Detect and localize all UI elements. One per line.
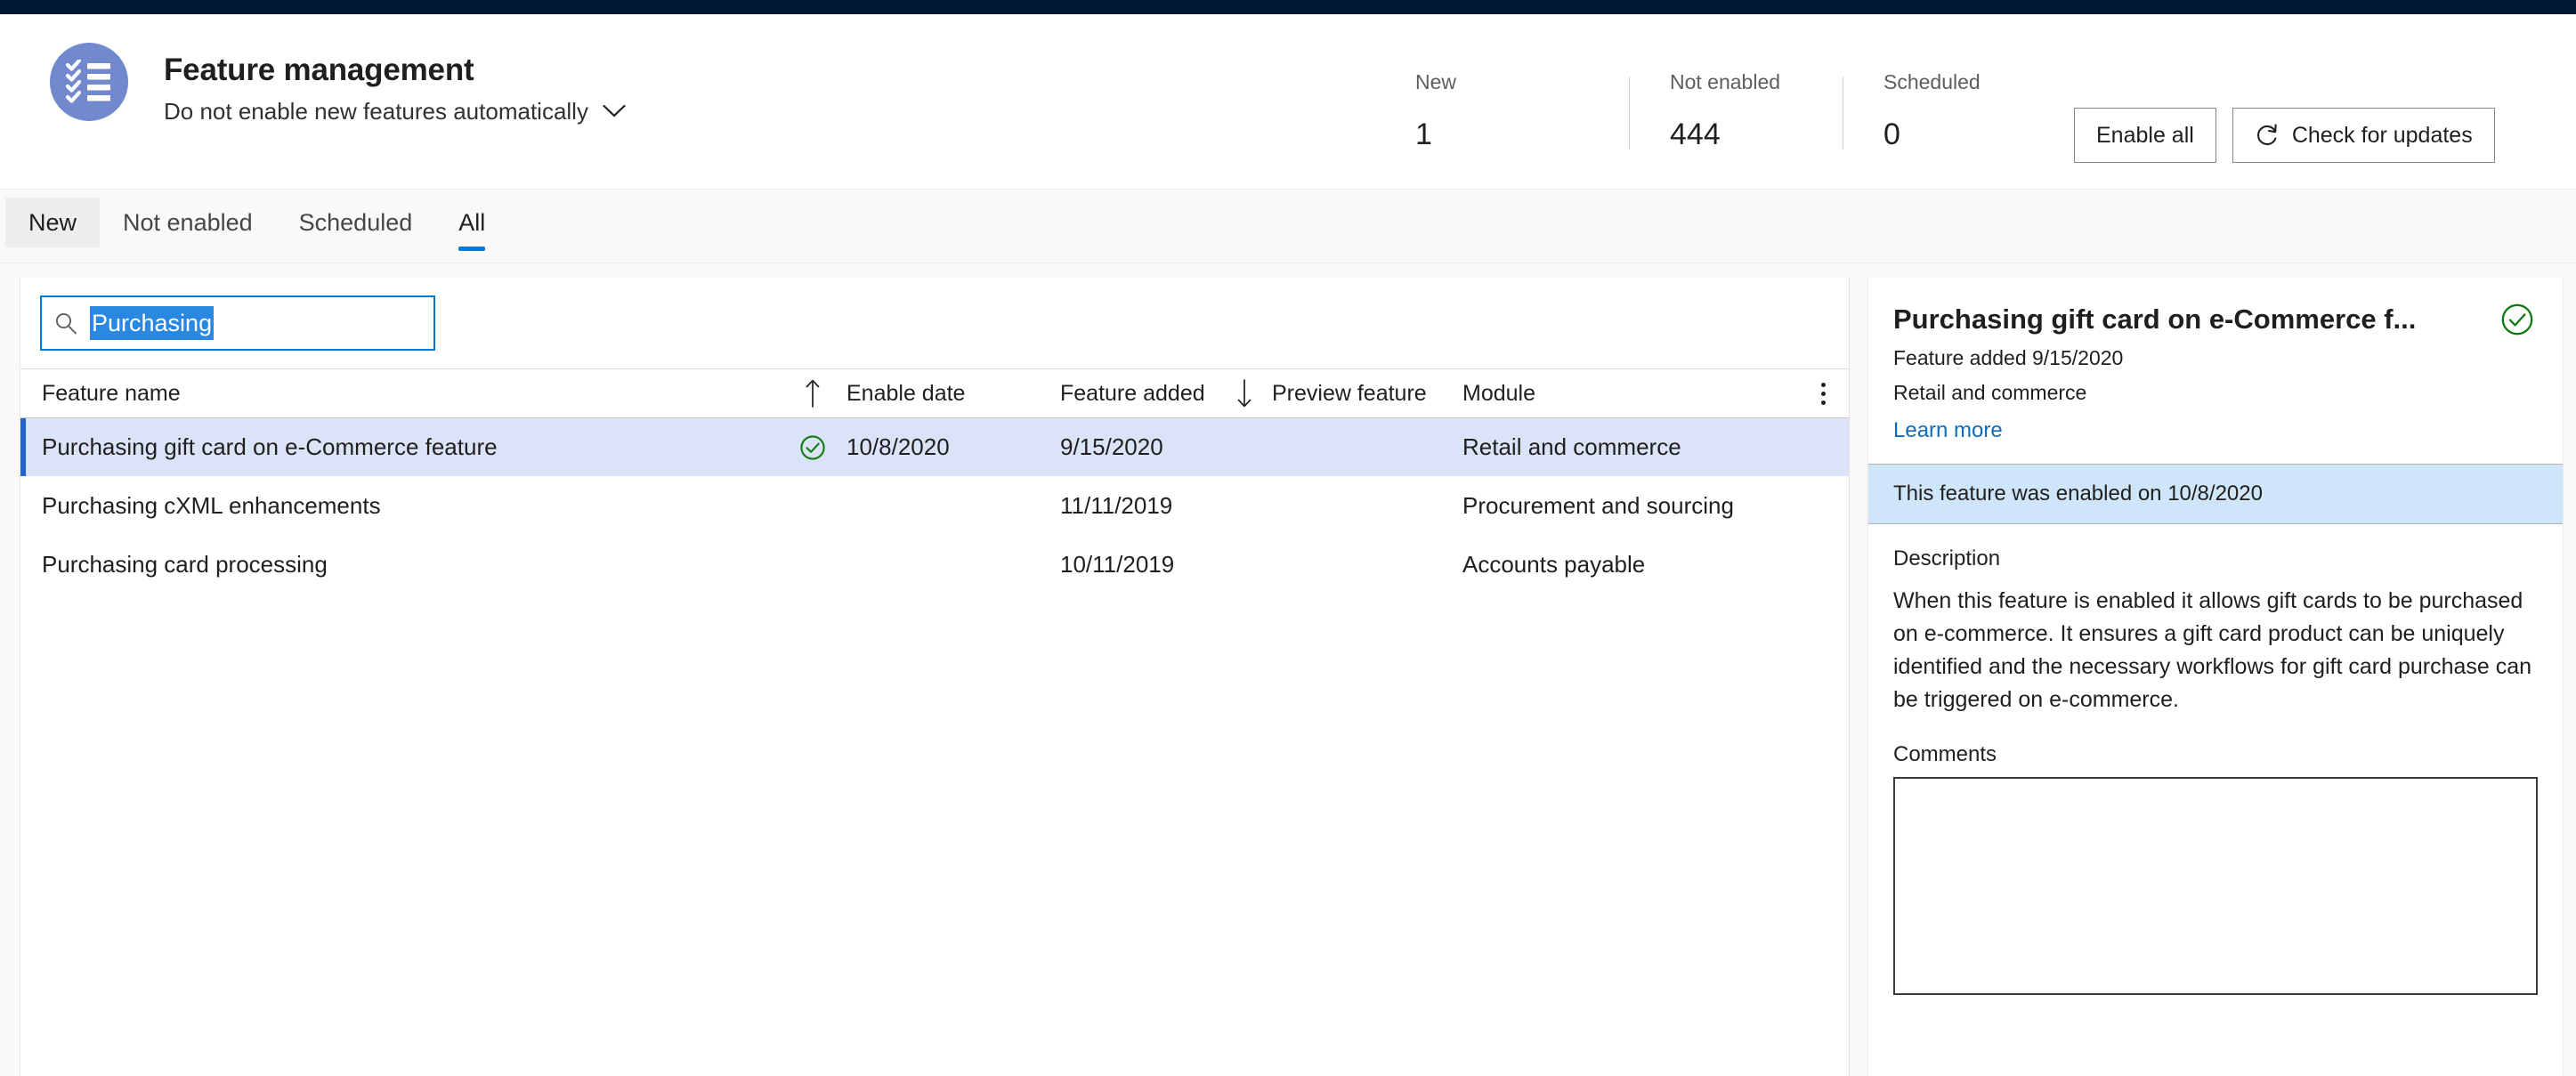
search-input-value: Purchasing bbox=[90, 306, 215, 340]
app-top-bar bbox=[0, 0, 2576, 14]
column-header-feature-name[interactable]: Feature name bbox=[20, 369, 786, 417]
auto-enable-setting-label: Do not enable new features automatically bbox=[164, 98, 588, 125]
stat-scheduled-value: 0 bbox=[1883, 117, 1900, 151]
stat-new-label: New bbox=[1415, 70, 1457, 93]
cell-preview-feature bbox=[1268, 477, 1455, 535]
cell-module: Accounts payable bbox=[1462, 551, 1646, 578]
green-check-circle-icon bbox=[786, 418, 839, 476]
stat-scheduled: Scheduled 0 bbox=[1843, 69, 2056, 162]
filter-tabs: New Not enabled Scheduled All bbox=[0, 190, 2576, 263]
detail-title: Purchasing gift card on e-Commerce f... bbox=[1893, 303, 2417, 335]
arrow-up-icon bbox=[786, 369, 839, 417]
green-check-circle-icon bbox=[2500, 303, 2534, 336]
cell-module: Procurement and sourcing bbox=[1462, 492, 1734, 519]
column-header-module[interactable]: Module bbox=[1455, 369, 1776, 417]
cell-enabled-indicator bbox=[786, 536, 839, 594]
detail-header: Purchasing gift card on e-Commerce f... … bbox=[1868, 278, 2563, 464]
header-stats: New 1 Not enabled 444 Scheduled 0 bbox=[1415, 69, 2056, 162]
cell-preview-feature bbox=[1268, 536, 1455, 594]
cell-feature-name: Purchasing card processing bbox=[42, 551, 328, 578]
tab-not-enabled[interactable]: Not enabled bbox=[100, 198, 276, 247]
cell-spacer bbox=[1220, 536, 1268, 594]
check-for-updates-label: Check for updates bbox=[2291, 123, 2473, 148]
enable-all-button[interactable]: Enable all bbox=[2074, 108, 2216, 163]
description-label: Description bbox=[1893, 546, 2001, 570]
page-header: Feature management Do not enable new fea… bbox=[0, 14, 2576, 190]
cell-feature-name: Purchasing cXML enhancements bbox=[42, 492, 381, 519]
column-header-module-label: Module bbox=[1462, 380, 1535, 406]
grid-header-row: Feature name Enable date Feature added P… bbox=[20, 368, 1849, 418]
column-header-enable-date-label: Enable date bbox=[847, 380, 966, 406]
cell-feature-added: 9/15/2020 bbox=[1060, 433, 1163, 460]
stat-not-enabled: Not enabled 444 bbox=[1629, 69, 1843, 162]
chevron-down-icon bbox=[603, 104, 626, 118]
feature-detail-panel: Purchasing gift card on e-Commerce f... … bbox=[1867, 278, 2564, 1076]
cell-enabled-indicator bbox=[786, 477, 839, 535]
search-zone: Purchasing bbox=[20, 278, 1849, 368]
tab-all[interactable]: All bbox=[435, 198, 508, 251]
cell-spacer bbox=[1220, 418, 1268, 476]
column-header-feature-added-label: Feature added bbox=[1060, 380, 1205, 406]
cell-enable-date bbox=[839, 477, 1053, 535]
cell-enable-date: 10/8/2020 bbox=[847, 433, 950, 460]
column-header-feature-added[interactable]: Feature added bbox=[1053, 369, 1220, 417]
detail-module: Retail and commerce bbox=[1893, 381, 2087, 404]
enable-all-label: Enable all bbox=[2096, 123, 2194, 148]
header-actions: Enable all Check for updates bbox=[2074, 108, 2495, 163]
comments-textarea[interactable] bbox=[1893, 777, 2538, 995]
refresh-icon bbox=[2255, 123, 2280, 148]
auto-enable-setting-dropdown[interactable]: Do not enable new features automatically bbox=[164, 97, 626, 125]
stat-not-enabled-value: 444 bbox=[1670, 117, 1721, 151]
table-row[interactable]: Purchasing cXML enhancements 11/11/2019 … bbox=[20, 477, 1849, 536]
search-input[interactable]: Purchasing bbox=[40, 295, 435, 351]
check-for-updates-button[interactable]: Check for updates bbox=[2232, 108, 2495, 163]
cell-feature-name: Purchasing gift card on e-Commerce featu… bbox=[42, 433, 498, 460]
comments-label: Comments bbox=[1893, 742, 1997, 766]
status-badge: This feature was enabled on 10/8/2020 bbox=[1868, 464, 2563, 524]
column-header-enable-date[interactable]: Enable date bbox=[839, 369, 1053, 417]
tab-scheduled[interactable]: Scheduled bbox=[276, 198, 436, 247]
search-icon bbox=[54, 311, 77, 335]
checklist-icon bbox=[50, 43, 128, 121]
cell-feature-added: 11/11/2019 bbox=[1060, 492, 1173, 519]
header-title-block: Feature management Do not enable new fea… bbox=[164, 43, 626, 125]
stat-scheduled-label: Scheduled bbox=[1883, 70, 1981, 93]
description-text: When this feature is enabled it allows g… bbox=[1893, 588, 2532, 712]
detail-body: Description When this feature is enabled… bbox=[1868, 524, 2563, 1076]
cell-preview-feature bbox=[1268, 418, 1455, 476]
cell-feature-added: 10/11/2019 bbox=[1060, 551, 1175, 578]
table-row[interactable]: Purchasing card processing 10/11/2019 Ac… bbox=[20, 536, 1849, 595]
stat-not-enabled-label: Not enabled bbox=[1670, 70, 1781, 93]
column-header-preview-feature[interactable]: Preview feature bbox=[1268, 369, 1455, 417]
stat-new: New 1 bbox=[1415, 69, 1629, 162]
column-header-preview-feature-label: Preview feature bbox=[1272, 380, 1427, 406]
learn-more-link[interactable]: Learn more bbox=[1893, 417, 2003, 444]
cell-spacer bbox=[1220, 477, 1268, 535]
header-identity: Feature management Do not enable new fea… bbox=[0, 14, 626, 125]
cell-enable-date bbox=[839, 536, 1053, 594]
feature-list-panel: Purchasing Feature name Enable date Feat… bbox=[20, 278, 1850, 1076]
cell-module: Retail and commerce bbox=[1462, 433, 1681, 460]
tab-new[interactable]: New bbox=[5, 198, 101, 247]
table-row[interactable]: Purchasing gift card on e-Commerce featu… bbox=[20, 418, 1849, 477]
page-body: Purchasing Feature name Enable date Feat… bbox=[0, 263, 2576, 1076]
column-header-feature-name-label: Feature name bbox=[42, 380, 181, 406]
stat-new-value: 1 bbox=[1415, 117, 1432, 151]
kebab-menu-icon[interactable] bbox=[1816, 369, 1831, 417]
page-title: Feature management bbox=[164, 53, 474, 87]
detail-feature-added: Feature added 9/15/2020 bbox=[1893, 346, 2124, 369]
detail-title-row: Purchasing gift card on e-Commerce f... bbox=[1893, 303, 2534, 336]
arrow-down-icon bbox=[1220, 369, 1268, 417]
